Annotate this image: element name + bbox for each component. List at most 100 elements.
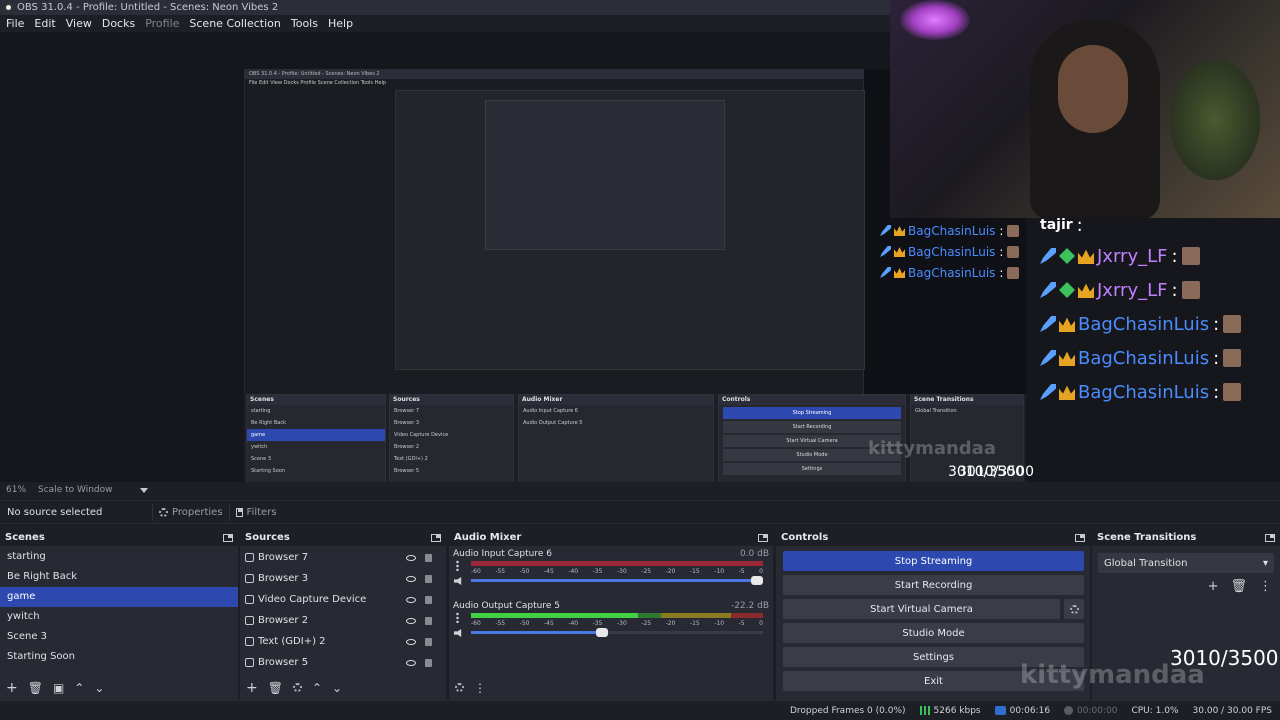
volume-slider[interactable] (471, 576, 763, 585)
undock-icon[interactable] (431, 533, 441, 542)
slider-handle[interactable] (596, 628, 608, 637)
remove-source-icon[interactable]: 🗑 (268, 681, 283, 695)
scene-item-be-right-back[interactable]: Be Right Back (0, 567, 238, 587)
preview-scale-bar: 61% Scale to Window (0, 482, 1280, 498)
menu-help[interactable]: Help (328, 17, 353, 30)
menu-scene-collection[interactable]: Scene Collection (189, 17, 280, 30)
source-item-browser-2[interactable]: Browser 2 (240, 610, 446, 631)
eye-icon[interactable] (406, 638, 416, 645)
undock-icon[interactable] (758, 533, 768, 542)
menu-tools[interactable]: Tools (291, 17, 318, 30)
browser-icon (245, 553, 254, 562)
eye-icon[interactable] (406, 575, 416, 582)
nested-scene-item: Starting Soon (251, 468, 285, 474)
chevron-down-icon (140, 487, 149, 493)
lock-icon[interactable] (425, 658, 432, 667)
channel-menu-icon[interactable] (456, 612, 459, 623)
eye-icon[interactable] (406, 617, 416, 624)
scene-item-scene-3[interactable]: Scene 3 (0, 627, 238, 647)
crown-icon (1059, 351, 1075, 366)
gear-icon[interactable] (455, 683, 464, 692)
lock-icon[interactable] (425, 616, 432, 625)
mixer-channel: Audio Input Capture 6 0.0 dB -60 -55 -50 -45… (449, 547, 773, 599)
mixer-title: Audio Mixer (454, 532, 522, 543)
start-recording-button[interactable]: Start Recording (783, 575, 1084, 595)
filters-button[interactable]: Filters (228, 503, 283, 521)
scene-item-game[interactable]: game (0, 587, 238, 607)
badge-icon (1040, 316, 1056, 332)
menu-edit[interactable]: Edit (34, 17, 55, 30)
badge-icon (1040, 248, 1056, 264)
studio-mode-button[interactable]: Studio Mode (783, 623, 1084, 643)
add-scene-icon[interactable]: + (6, 680, 18, 696)
scene-item-starting-soon[interactable]: Starting Soon (0, 647, 238, 667)
add-transition-icon[interactable]: + (1208, 579, 1219, 594)
lock-icon[interactable] (425, 595, 432, 604)
source-item-browser-3[interactable]: Browser 3 (240, 568, 446, 589)
volume-slider[interactable] (471, 628, 763, 637)
lock-icon[interactable] (425, 637, 432, 646)
eye-icon[interactable] (406, 596, 416, 603)
channel-menu-icon[interactable] (456, 560, 459, 571)
remove-scene-icon[interactable]: 🗑 (28, 681, 43, 695)
menu-profile[interactable]: Profile (145, 17, 179, 30)
status-bar: Dropped Frames 0 (0.0%) 5266 kbps 00:06:… (0, 700, 1280, 720)
scene-item-ywitch[interactable]: ywitch (0, 607, 238, 627)
emote-icon (1223, 349, 1242, 367)
move-up-icon[interactable]: ⌃ (74, 681, 84, 695)
volume-meter (471, 561, 763, 566)
speaker-icon[interactable] (454, 577, 462, 585)
move-down-icon[interactable]: ⌄ (332, 681, 342, 695)
move-down-icon[interactable]: ⌄ (94, 681, 104, 695)
eye-icon[interactable] (406, 659, 416, 666)
nested-scene-item: ywitch (251, 444, 268, 450)
chat-line: BagChasinLuis: (880, 220, 1020, 241)
nested-scene-item: starting (251, 408, 271, 414)
nested-mixer-ch: Audio Output Capture 5 (523, 420, 583, 426)
stop-streaming-button[interactable]: Stop Streaming (783, 551, 1084, 571)
mixer-header: Audio Mixer (449, 529, 773, 547)
more-menu-icon[interactable]: ⋮ (474, 681, 486, 695)
eye-icon[interactable] (406, 554, 416, 561)
source-item-text-gdi-2[interactable]: Text (GDI+) 2 (240, 631, 446, 652)
properties-button[interactable]: Properties (152, 503, 229, 521)
virtual-camera-settings-button[interactable] (1064, 599, 1084, 619)
add-source-icon[interactable]: + (246, 680, 258, 696)
menu-view[interactable]: View (66, 17, 92, 30)
meter-scale: -60 -55 -50 -45 -40 -35 -30 -25 -20 -15 -10 -5 0 (471, 620, 763, 627)
source-item-video-capture[interactable]: Video Capture Device (240, 589, 446, 610)
webcam-feed (890, 0, 1280, 218)
gear-icon[interactable] (292, 683, 302, 692)
start-virtual-camera-button[interactable]: Start Virtual Camera (783, 599, 1060, 619)
camera-icon (245, 595, 254, 604)
source-item-browser-5[interactable]: Browser 5 (240, 652, 446, 673)
scene-item-starting[interactable]: starting (0, 547, 238, 567)
move-up-icon[interactable]: ⌃ (312, 681, 322, 695)
nested-obs-capture: OBS 31.0.4 - Profile: Untitled - Scenes:… (244, 69, 865, 396)
undock-icon[interactable] (223, 533, 233, 542)
signal-bars-icon (919, 706, 930, 715)
nested-menu: File Edit View Docks Profile Scene Colle… (249, 80, 387, 86)
lock-icon[interactable] (425, 553, 432, 562)
sources-title: Sources (245, 532, 290, 543)
emote-icon (1007, 266, 1020, 279)
scene-filters-icon[interactable]: ▣ (53, 681, 64, 695)
speaker-icon[interactable] (454, 629, 462, 637)
slider-handle[interactable] (751, 576, 763, 585)
source-item-browser-7[interactable]: Browser 7 (240, 547, 446, 568)
more-menu-icon[interactable]: ⋮ (1259, 579, 1272, 594)
lock-icon[interactable] (425, 574, 432, 583)
menu-docks[interactable]: Docks (102, 17, 135, 30)
transition-select[interactable]: Global Transition ▾ (1098, 553, 1274, 573)
watermark-logo: kittymandaa (1020, 660, 1205, 690)
undock-icon[interactable] (1075, 533, 1085, 542)
remove-transition-icon[interactable]: 🗑 (1230, 579, 1247, 594)
emote-icon (1223, 383, 1242, 401)
watermark-logo: kittymandaa (868, 438, 996, 459)
badge-icon (1040, 282, 1056, 298)
undock-icon[interactable] (1265, 533, 1275, 542)
menu-file[interactable]: File (6, 17, 24, 30)
nested-global-transition: Global Transition (915, 408, 957, 414)
emote-icon (1181, 247, 1200, 265)
scale-mode-select[interactable]: Scale to Window (38, 485, 149, 495)
